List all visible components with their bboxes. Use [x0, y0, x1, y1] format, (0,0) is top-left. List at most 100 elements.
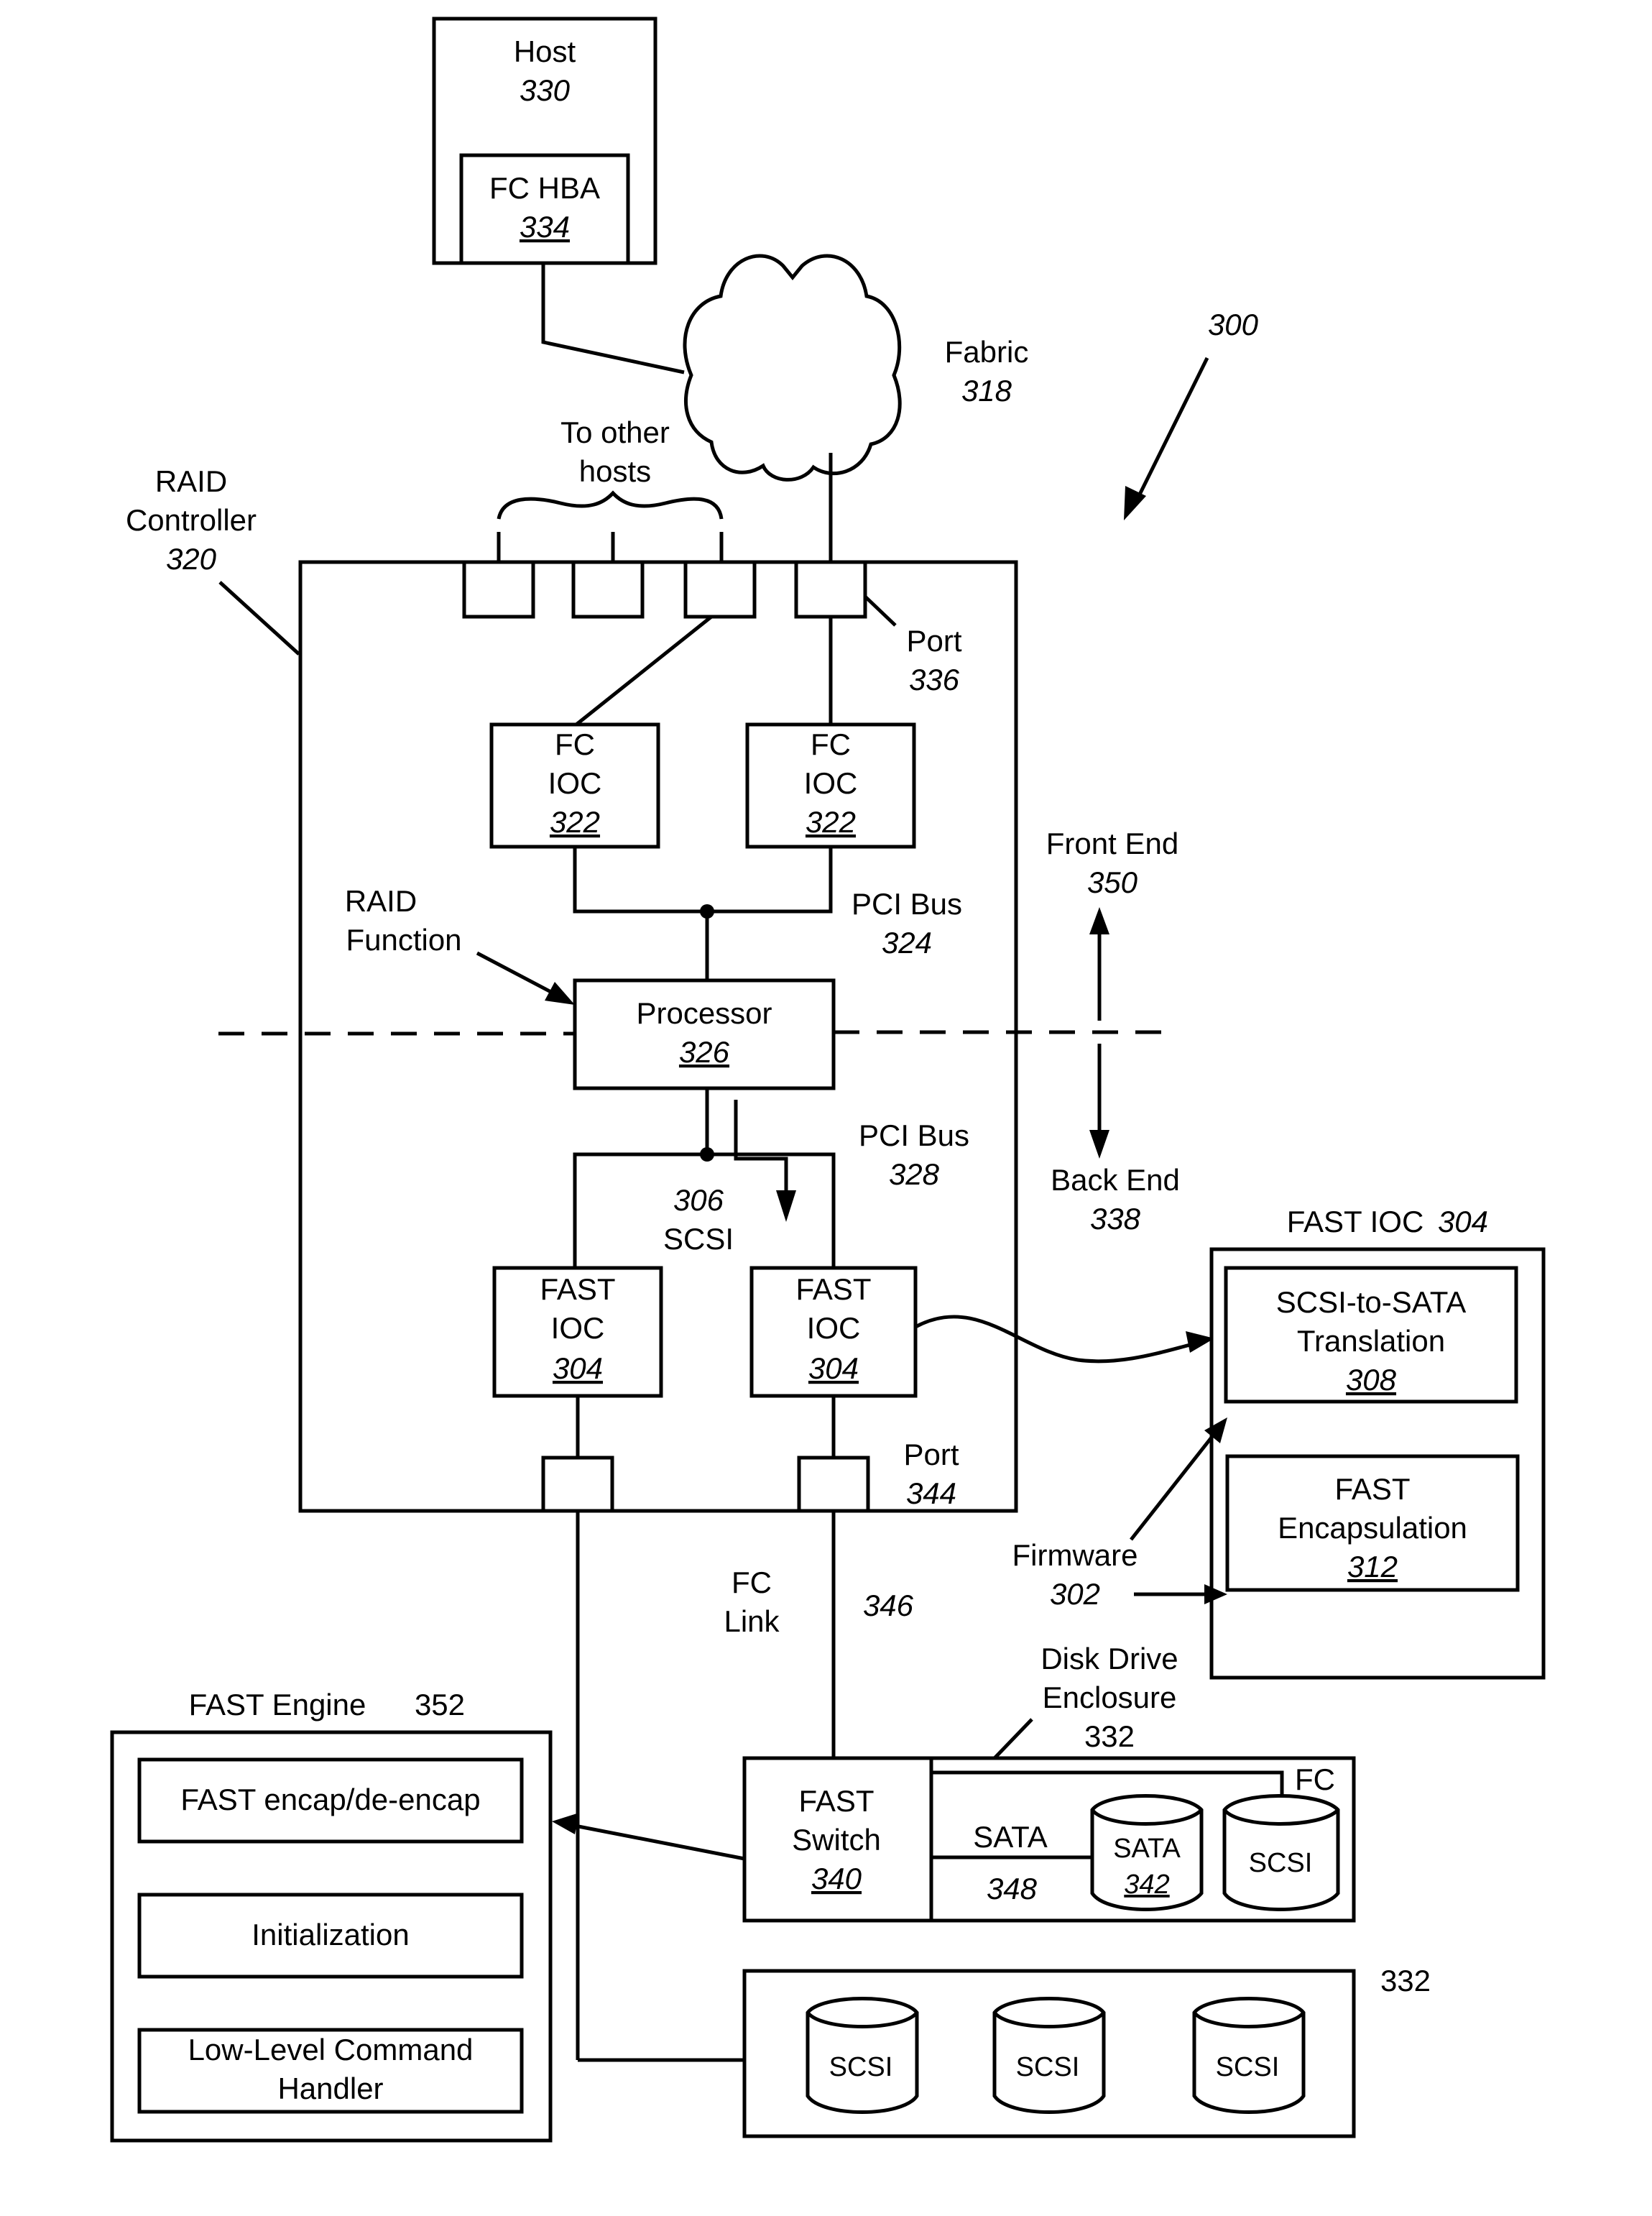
- port-box-1: [462, 560, 535, 619]
- pci-bus-328-junction: [700, 1147, 714, 1162]
- fabric-cloud-icon: [683, 254, 902, 482]
- fc-ioc-right-line1: FC: [811, 727, 851, 761]
- scsi-disk-1-label: SCSI: [829, 2052, 893, 2082]
- fc-link-line1: FC: [732, 1566, 772, 1599]
- fc-ioc-322-left: FC IOC 322: [489, 722, 660, 849]
- front-end-label: Front End: [1046, 827, 1178, 860]
- fast-encap-label: FAST encap/de-encap: [180, 1783, 480, 1816]
- sata-link-number: 348: [987, 1872, 1038, 1905]
- pci-bus-324-line: [573, 847, 833, 914]
- front-end-number: 350: [1087, 865, 1138, 899]
- processor-326: Processor 326: [573, 978, 836, 1090]
- fast-engine-title: FAST Engine: [189, 1688, 366, 1721]
- translation-line2: Translation: [1297, 1324, 1445, 1358]
- raid-controller-line2: Controller: [126, 503, 257, 537]
- fc-hba-number: 334: [520, 210, 570, 244]
- scsi-306-label: SCSI: [663, 1222, 734, 1256]
- fast-engine-number: 352: [415, 1688, 465, 1721]
- sata-disk-label: SATA: [1113, 1834, 1181, 1864]
- fast-ioc-detail-connector: [914, 1315, 1194, 1364]
- port3-fc-ioc-link: [575, 615, 713, 726]
- port-344-label: Port: [903, 1438, 959, 1471]
- fast-ioc-304-left: FAST IOC 304: [492, 1266, 663, 1398]
- sata-disk-number: 342: [1124, 1870, 1169, 1900]
- sata-link-label: SATA: [973, 1820, 1047, 1854]
- raid-controller-leader: [218, 581, 300, 656]
- fast-ioc-left-number: 304: [553, 1351, 603, 1385]
- switch-engine-arrow-line: [574, 1824, 745, 1861]
- low-level-command-line1: Low-Level Command: [188, 2033, 474, 2066]
- fast-switch-line1: FAST: [798, 1784, 874, 1818]
- scsi-disk-3-label: SCSI: [1216, 2052, 1280, 2082]
- firmware-label: Firmware: [1012, 1538, 1138, 1572]
- encapsulation-number: 312: [1347, 1550, 1398, 1583]
- scsi-306-flow-head: [776, 1190, 796, 1222]
- fast-ioc-detail-title: FAST IOC: [1287, 1205, 1424, 1238]
- fc-ioc-right-number: 322: [806, 805, 856, 839]
- to-other-hosts-line1: To other: [560, 415, 670, 449]
- fc-hba-label: FC HBA: [489, 171, 600, 205]
- disk-enclosure-line1: Disk Drive: [1040, 1642, 1178, 1675]
- fabric-318: Fabric 318: [683, 254, 1028, 482]
- fc-ioc-322-right: FC IOC 322: [745, 722, 916, 849]
- encapsulation-line1: FAST: [1334, 1472, 1410, 1506]
- firmware-translation-arrow-line: [1130, 1423, 1223, 1541]
- fc-link-number: 346: [863, 1589, 914, 1622]
- port-box-left-bottom: [541, 1456, 614, 1513]
- processor-number: 326: [679, 1035, 730, 1069]
- low-level-command-line2: Handler: [277, 2072, 383, 2105]
- fc-ioc-left-line2: IOC: [548, 766, 602, 800]
- raid-function-line1: RAID: [345, 884, 417, 918]
- disk-enclosure-332: FAST Switch 340 FC SATA 348 SATA 342 SCS…: [742, 1756, 1356, 1923]
- pci-bus-324-label: PCI Bus: [852, 887, 962, 921]
- back-end-arrow-head: [1089, 1130, 1109, 1159]
- disk-enclosure-332-second: 332 SCSI SCSI SCSI: [742, 1964, 1431, 2138]
- raid-controller-line1: RAID: [155, 464, 227, 498]
- pci-bus-328-number: 328: [889, 1157, 940, 1191]
- port-336-label: Port: [906, 624, 961, 658]
- port-344-number: 344: [906, 1476, 956, 1510]
- front-end-arrow-head: [1089, 907, 1109, 934]
- back-end-number: 338: [1090, 1202, 1141, 1236]
- port-box-3: [683, 560, 757, 619]
- host-label: Host: [514, 35, 576, 68]
- fast-switch-line2: Switch: [792, 1823, 881, 1857]
- fast-ioc-right-line1: FAST: [795, 1272, 871, 1306]
- enclosure-2-number: 332: [1380, 1964, 1431, 1997]
- fast-ioc-right-line2: IOC: [807, 1311, 861, 1345]
- translation-line1: SCSI-to-SATA: [1276, 1285, 1467, 1319]
- to-other-hosts-line2: hosts: [579, 454, 651, 488]
- fast-ioc-304-detail: FAST IOC 304 SCSI-to-SATA Translation 30…: [1209, 1205, 1546, 1680]
- fc-loop-label: FC: [1295, 1762, 1335, 1796]
- back-end-label: Back End: [1051, 1163, 1180, 1197]
- port-336-leader: [864, 595, 897, 627]
- disk-enclosure-number: 332: [1084, 1719, 1135, 1753]
- scsi-disk-label: SCSI: [1249, 1848, 1313, 1878]
- firmware-number: 302: [1050, 1577, 1100, 1611]
- fc-ioc-right-line2: IOC: [804, 766, 858, 800]
- fast-ioc-right-number: 304: [808, 1351, 859, 1385]
- switch-engine-arrow-head: [552, 1813, 579, 1834]
- raid-function-line2: Function: [346, 923, 461, 957]
- to-other-hosts-brace: [497, 490, 724, 520]
- host-fabric-link: [541, 263, 685, 374]
- fabric-number: 318: [961, 374, 1012, 408]
- pci-bus-324-number: 324: [882, 926, 932, 960]
- encapsulation-line2: Encapsulation: [1278, 1511, 1467, 1545]
- host-number: 330: [520, 73, 571, 107]
- figure-number: 300: [1208, 308, 1259, 341]
- initialization-label: Initialization: [252, 1918, 409, 1951]
- fast-switch-number: 340: [811, 1862, 862, 1895]
- disk-enclosure-leader: [993, 1718, 1033, 1760]
- port-box-336: [794, 560, 867, 619]
- raid-function-arrow-head: [545, 982, 575, 1005]
- fc-ioc-left-number: 322: [550, 805, 600, 839]
- processor-label: Processor: [636, 996, 772, 1030]
- raid-function-arrow-line: [476, 951, 560, 998]
- fc-link-line2: Link: [724, 1604, 780, 1638]
- disk-enclosure-line2: Enclosure: [1043, 1681, 1177, 1714]
- pci-bus-328-label: PCI Bus: [859, 1118, 969, 1152]
- port-box-344: [797, 1456, 870, 1513]
- fc-ioc-left-line1: FC: [555, 727, 595, 761]
- storage-system-diagram: Host 330 FC HBA 334 Fabric 318 300 To ot…: [110, 17, 1546, 2143]
